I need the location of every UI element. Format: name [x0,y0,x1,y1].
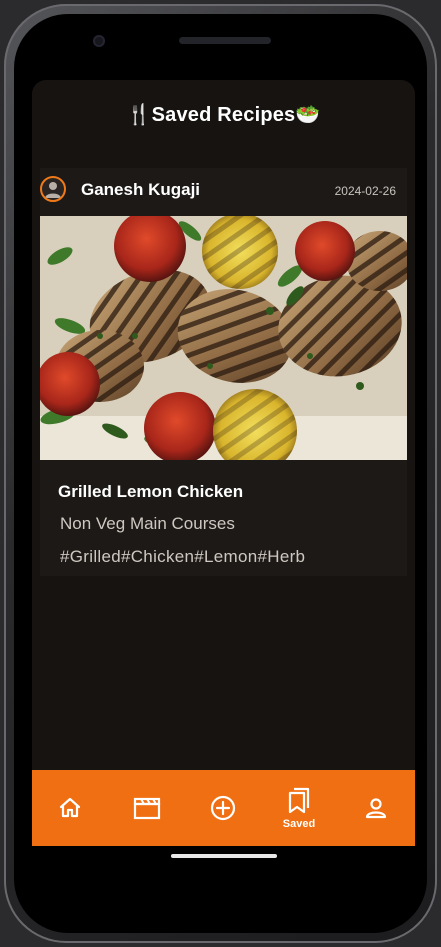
home-icon [59,797,81,818]
nav-add[interactable] [193,770,253,846]
post-date: 2024-02-26 [334,184,396,198]
earpiece-speaker [179,37,271,44]
author-row: Ganesh Kugaji 2024-02-26 [40,168,407,212]
user-avatar-icon [45,182,61,198]
avatar[interactable] [40,176,66,202]
nav-profile[interactable] [346,770,406,846]
fork-knife-icon: 🍴 [126,104,152,126]
nav-videos[interactable] [117,770,177,846]
salad-icon: 🥗 [295,104,321,126]
recipe-title[interactable]: Grilled Lemon Chicken [58,482,243,502]
recipe-image[interactable] [40,216,407,460]
clapperboard-icon [133,797,161,820]
recipe-category: Non Veg Main Courses [60,514,235,533]
nav-saved-label: Saved [282,817,316,830]
grilled-chicken-illustration [40,216,407,460]
recipe-tags: #Grilled#Chicken#Lemon#Herb [60,547,306,566]
nav-home[interactable] [40,770,100,846]
bottom-nav: Saved [32,770,415,846]
home-indicator[interactable] [171,854,277,858]
page-title: 🍴Saved Recipes🥗 [32,102,415,127]
app-screen: 🍴Saved Recipes🥗 Ganesh Kugaji 2024-02-26 [32,80,415,846]
page-title-text: Saved Recipes [151,104,296,126]
nav-saved[interactable]: Saved [269,770,329,846]
user-icon [365,798,387,819]
bookmarks-icon [288,787,310,813]
author-name[interactable]: Ganesh Kugaji [81,180,200,200]
recipe-card[interactable]: Ganesh Kugaji 2024-02-26 Grilled Lemon C… [40,168,407,576]
plus-circle-icon [210,795,236,821]
front-camera [93,35,105,47]
